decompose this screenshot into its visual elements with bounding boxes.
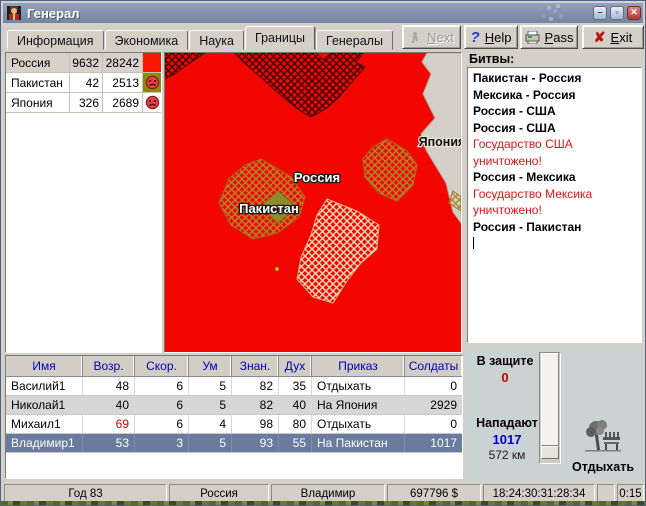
col-header-speed: Скор. [135, 356, 189, 376]
battle-item: Россия - США [473, 103, 636, 120]
country-value-1: 9632 [70, 53, 103, 72]
exit-x-icon: ✘ [594, 29, 606, 46]
titlebar-texture [547, 6, 551, 10]
general-row-mikhail[interactable]: Михаил1 69 6 4 98 80 Отдыхать 0 [6, 415, 462, 434]
help-question-icon: ? [471, 29, 480, 46]
titlebar[interactable]: Генерал – ▫ ✕ [3, 3, 643, 23]
battle-item: Мексика - Россия [473, 87, 636, 104]
rest-order-label: Отдыхать [563, 460, 643, 474]
general-row-vasiliy[interactable]: Василий1 48 6 5 82 35 Отдыхать 0 [6, 377, 462, 396]
state-destroyed-note: Государство США уничтожено! [473, 136, 636, 169]
next-button: Next [402, 25, 461, 49]
country-row-pakistan[interactable]: Пакистан 42 2513 [6, 73, 161, 93]
window-title: Генерал [27, 6, 79, 21]
col-header-soldiers: Солдаты [405, 356, 462, 376]
battle-item: Россия - США [473, 120, 636, 137]
country-name: Пакистан [6, 73, 70, 92]
generals-table: Имя Возр. Скор. Ум Знан. Дух Приказ Солд… [5, 355, 463, 479]
rest-order-button[interactable]: Отдыхать [563, 419, 643, 477]
defense-value: 0 [465, 370, 545, 385]
distance-value: 572 км [465, 448, 549, 462]
country-row-japan[interactable]: Япония 326 2689 [6, 93, 161, 113]
angry-face-icon [143, 73, 161, 92]
age-alert-value: 69 [83, 415, 135, 433]
country-list: Россия 9632 28242 Пакистан 42 2513 Япони… [5, 52, 162, 353]
next-soldier-icon [409, 31, 422, 44]
col-header-intellect: Ум [189, 356, 232, 376]
map-unit-dot [275, 267, 279, 271]
game-window: Генерал – ▫ ✕ Информация Экономика Наука… [0, 0, 646, 506]
country-row-russia[interactable]: Россия 9632 28242 [6, 53, 161, 73]
map-label-pakistan: Пакистан [239, 201, 299, 216]
battles-listbox[interactable]: Пакистан - Россия Мексика - Россия Росси… [467, 67, 642, 343]
battle-item: Россия - Мексика [473, 169, 636, 186]
map-label-russia: Россия [294, 170, 340, 185]
minimize-button[interactable]: – [593, 6, 607, 20]
close-button[interactable]: ✕ [627, 6, 641, 20]
order-panel: В защите 0 Нападают 1017 572 км Отдыхать [465, 347, 643, 481]
tab-information[interactable]: Информация [7, 30, 104, 50]
battle-item: Пакистан - Россия [473, 70, 636, 87]
tab-generals[interactable]: Генералы [316, 30, 393, 50]
maximize-button[interactable]: ▫ [610, 6, 624, 20]
tab-economy[interactable]: Экономика [105, 30, 189, 50]
tab-bar: Информация Экономика Наука Границы Генер… [7, 28, 394, 50]
help-button[interactable]: ? Help [464, 25, 518, 49]
attack-label: Нападают [465, 416, 549, 430]
country-name: Япония [6, 93, 70, 112]
country-value-1: 326 [70, 93, 103, 112]
text-caret [473, 237, 474, 249]
battle-item: Россия - Пакистан [473, 219, 636, 236]
battles-title: Битвы: [469, 52, 514, 66]
col-header-knowledge: Знан. [232, 356, 279, 376]
col-header-spirit: Дух [279, 356, 312, 376]
tab-borders[interactable]: Границы [245, 26, 315, 50]
pass-button[interactable]: Pass [520, 25, 578, 49]
general-row-nikolay[interactable]: Николай1 40 6 5 82 40 На Япония 2929 [6, 396, 462, 415]
country-color-swatch [143, 53, 161, 72]
world-map[interactable]: Россия Пакистан Япония [164, 52, 462, 353]
col-header-order: Приказ [312, 356, 405, 376]
desktop-wallpaper-strip [1, 501, 645, 505]
general-app-icon [6, 5, 22, 21]
angry-face-icon [143, 93, 161, 112]
col-header-name: Имя [6, 356, 83, 376]
generals-table-header: Имя Возр. Скор. Ум Знан. Дух Приказ Солд… [6, 356, 462, 377]
country-value-2: 2689 [103, 93, 143, 112]
exit-button[interactable]: ✘ Exit [582, 25, 644, 49]
state-destroyed-note: Государство Мексика уничтожено! [473, 186, 636, 219]
defense-label: В защите [465, 354, 545, 368]
map-label-japan: Япония [419, 135, 461, 149]
country-value-2: 2513 [103, 73, 143, 92]
rest-park-icon [583, 419, 623, 453]
general-row-vladimir-selected[interactable]: Владимир1 53 3 5 93 55 На Пакистан 1017 [6, 434, 462, 453]
attack-value: 1017 [465, 432, 549, 447]
tab-science[interactable]: Наука [189, 30, 244, 50]
col-header-age: Возр. [83, 356, 135, 376]
country-value-1: 42 [70, 73, 103, 92]
country-name: Россия [6, 53, 70, 72]
printer-icon [525, 31, 540, 44]
country-value-2: 28242 [103, 53, 143, 72]
